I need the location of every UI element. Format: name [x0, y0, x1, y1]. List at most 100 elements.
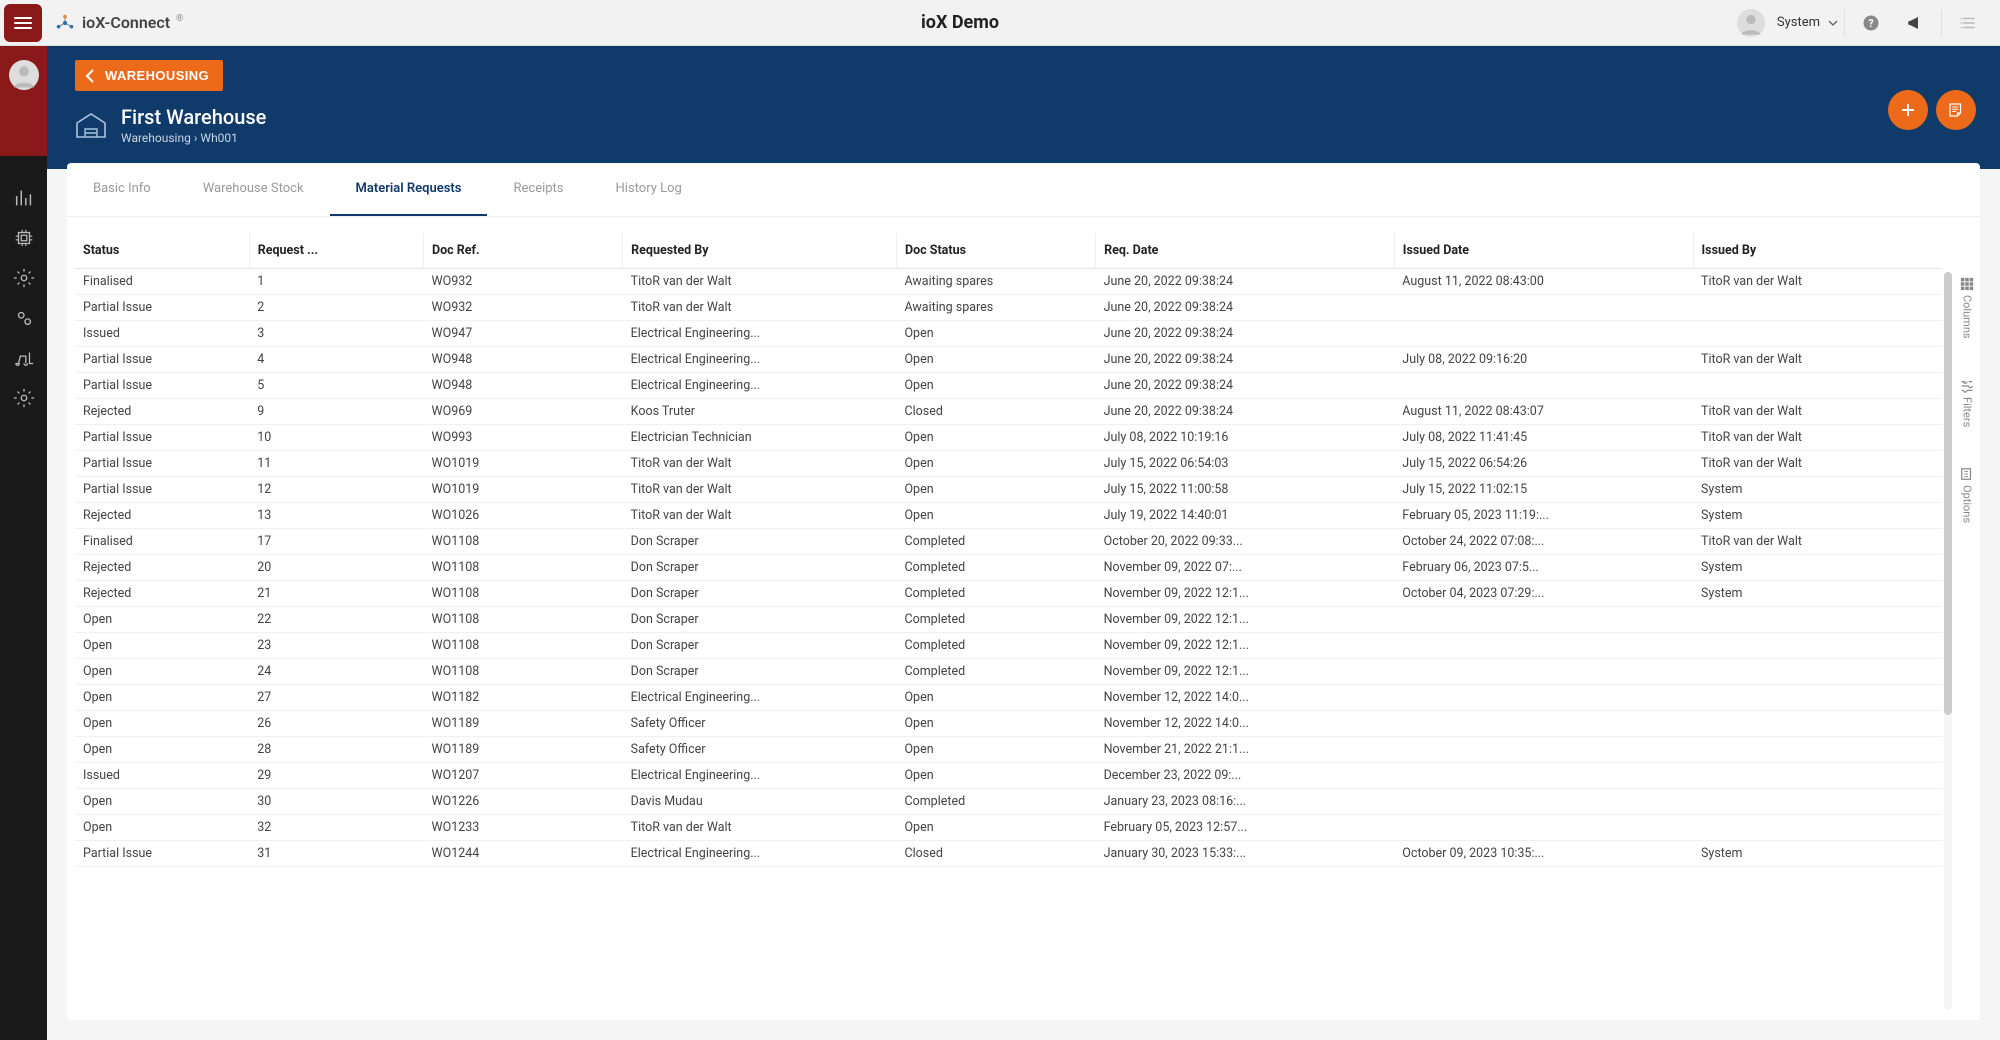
note-button[interactable]	[1936, 90, 1976, 130]
options-tool[interactable]: Options	[1960, 467, 1974, 523]
nav-analytics[interactable]	[10, 184, 38, 212]
back-button[interactable]: WAREHOUSING	[75, 60, 223, 91]
table-row[interactable]: Partial Issue11WO1019TitoR van der WaltO…	[75, 451, 1942, 477]
table-row[interactable]: Open27WO1182Electrical Engineering...Ope…	[75, 685, 1942, 711]
col-header-doc_status[interactable]: Doc Status	[896, 233, 1095, 269]
cell-status: Issued	[75, 763, 249, 789]
cell-request_no: 17	[249, 529, 423, 555]
table-row[interactable]: Partial Issue10WO993Electrician Technici…	[75, 425, 1942, 451]
scrollbar-thumb[interactable]	[1944, 272, 1952, 715]
cell-status: Open	[75, 737, 249, 763]
cell-requested_by: Davis Mudau	[623, 789, 897, 815]
table-row[interactable]: Open23WO1108Don ScraperCompletedNovember…	[75, 633, 1942, 659]
user-avatar[interactable]	[1737, 9, 1765, 37]
col-header-status[interactable]: Status	[75, 233, 249, 269]
note-icon	[1947, 101, 1965, 119]
cell-issued_by: System	[1693, 477, 1942, 503]
table-row[interactable]: Issued3WO947Electrical Engineering...Ope…	[75, 321, 1942, 347]
table-row[interactable]: Rejected20WO1108Don ScraperCompletedNove…	[75, 555, 1942, 581]
tab-hist[interactable]: History Log	[590, 163, 708, 216]
cell-req_date: November 09, 2022 12:1...	[1096, 581, 1395, 607]
nav-settings[interactable]	[10, 384, 38, 412]
hamburger-menu-button[interactable]	[4, 4, 42, 42]
hero-actions	[1888, 90, 1976, 130]
nav-maintenance[interactable]	[10, 264, 38, 292]
table-row[interactable]: Partial Issue31WO1244Electrical Engineer…	[75, 841, 1942, 867]
cell-requested_by: TitoR van der Walt	[623, 451, 897, 477]
cell-request_no: 29	[249, 763, 423, 789]
col-header-issued_date[interactable]: Issued Date	[1394, 233, 1693, 269]
cell-doc_status: Open	[896, 451, 1095, 477]
cell-doc_ref: WO1108	[424, 607, 623, 633]
sidebar	[0, 46, 47, 1040]
table-row[interactable]: Partial Issue5WO948Electrical Engineerin…	[75, 373, 1942, 399]
cell-issued_by: System	[1693, 503, 1942, 529]
breadcrumb: Warehousing › Wh001	[121, 131, 266, 145]
sidebar-avatar[interactable]	[9, 60, 39, 90]
cell-doc_ref: WO1026	[424, 503, 623, 529]
bar-chart-icon	[13, 187, 35, 209]
table-row[interactable]: Open22WO1108Don ScraperCompletedNovember…	[75, 607, 1942, 633]
help-button[interactable]: ?	[1851, 3, 1891, 43]
cell-request_no: 20	[249, 555, 423, 581]
help-icon: ?	[1861, 13, 1881, 33]
nav-assets[interactable]	[10, 224, 38, 252]
table-row[interactable]: Open32WO1233TitoR van der WaltOpenFebrua…	[75, 815, 1942, 841]
table-row[interactable]: Rejected9WO969Koos TruterClosedJune 20, …	[75, 399, 1942, 425]
cell-request_no: 30	[249, 789, 423, 815]
cell-req_date: November 09, 2022 12:1...	[1096, 607, 1395, 633]
cell-req_date: June 20, 2022 09:38:24	[1096, 321, 1395, 347]
tab-rec[interactable]: Receipts	[487, 163, 589, 216]
table-row[interactable]: Partial Issue4WO948Electrical Engineerin…	[75, 347, 1942, 373]
app-title: ioX Demo	[183, 12, 1737, 33]
columns-icon	[1960, 277, 1974, 291]
cell-request_no: 4	[249, 347, 423, 373]
cell-doc_status: Open	[896, 815, 1095, 841]
add-button[interactable]	[1888, 90, 1928, 130]
table-row[interactable]: Rejected13WO1026TitoR van der WaltOpenJu…	[75, 503, 1942, 529]
columns-tool-label: Columns	[1961, 295, 1974, 339]
list-toggle-button[interactable]	[1948, 3, 1988, 43]
table-row[interactable]: Partial Issue12WO1019TitoR van der WaltO…	[75, 477, 1942, 503]
table-row[interactable]: Finalised17WO1108Don ScraperCompletedOct…	[75, 529, 1942, 555]
table-row[interactable]: Open28WO1189Safety OfficerOpenNovember 2…	[75, 737, 1942, 763]
cell-status: Issued	[75, 321, 249, 347]
col-header-req_date[interactable]: Req. Date	[1096, 233, 1395, 269]
columns-tool[interactable]: Columns	[1960, 277, 1974, 339]
cell-issued_by	[1693, 763, 1942, 789]
nav-workorders[interactable]	[10, 304, 38, 332]
cell-doc_ref: WO1108	[424, 659, 623, 685]
table-row[interactable]: Open30WO1226Davis MudauCompletedJanuary …	[75, 789, 1942, 815]
col-header-requested_by[interactable]: Requested By	[623, 233, 897, 269]
cell-issued_date: October 24, 2022 07:08:...	[1394, 529, 1693, 555]
separator	[1941, 9, 1942, 37]
table-row[interactable]: Issued29WO1207Electrical Engineering...O…	[75, 763, 1942, 789]
table-row[interactable]: Open26WO1189Safety OfficerOpenNovember 1…	[75, 711, 1942, 737]
table-row[interactable]: Finalised1WO932TitoR van der WaltAwaitin…	[75, 269, 1942, 295]
col-header-request_no[interactable]: Request ...	[249, 233, 423, 269]
nav-warehousing[interactable]	[10, 344, 38, 372]
avatar-icon	[1737, 9, 1765, 37]
tab-matreq[interactable]: Material Requests	[330, 163, 488, 216]
table-row[interactable]: Rejected21WO1108Don ScraperCompletedNove…	[75, 581, 1942, 607]
table-row[interactable]: Partial Issue2WO932TitoR van der WaltAwa…	[75, 295, 1942, 321]
col-header-doc_ref[interactable]: Doc Ref.	[424, 233, 623, 269]
tab-stock[interactable]: Warehouse Stock	[177, 163, 330, 216]
breadcrumb-parent[interactable]: Warehousing	[121, 131, 191, 145]
vertical-scrollbar[interactable]	[1944, 272, 1952, 1010]
cell-req_date: November 09, 2022 12:1...	[1096, 633, 1395, 659]
cell-req_date: June 20, 2022 09:38:24	[1096, 399, 1395, 425]
tab-basic[interactable]: Basic Info	[67, 163, 177, 216]
cell-doc_status: Completed	[896, 607, 1095, 633]
table-row[interactable]: Open24WO1108Don ScraperCompletedNovember…	[75, 659, 1942, 685]
col-header-issued_by[interactable]: Issued By	[1693, 233, 1942, 269]
announcements-button[interactable]	[1895, 3, 1935, 43]
cell-req_date: January 30, 2023 15:33:...	[1096, 841, 1395, 867]
chevron-down-icon[interactable]	[1828, 18, 1838, 28]
cell-issued_date: February 06, 2023 07:5...	[1394, 555, 1693, 581]
cell-status: Finalised	[75, 529, 249, 555]
filters-tool[interactable]: Filters	[1960, 379, 1974, 427]
cell-doc_status: Completed	[896, 789, 1095, 815]
cell-doc_status: Open	[896, 685, 1095, 711]
content-area: WAREHOUSING First Warehouse Warehousing …	[47, 46, 2000, 1040]
